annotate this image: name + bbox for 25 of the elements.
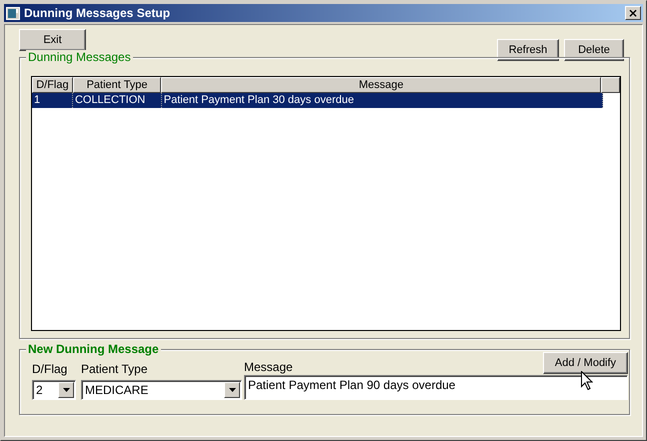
dropdown-arrow-icon bbox=[62, 388, 70, 392]
table-cell: 1 bbox=[32, 93, 73, 108]
table-cell: COLLECTION bbox=[72, 93, 162, 108]
close-button[interactable]: × bbox=[625, 6, 641, 20]
table-cell: Patient Payment Plan 30 days overdue bbox=[162, 93, 603, 108]
delete-button[interactable]: Delete bbox=[564, 39, 624, 61]
group-title: New Dunning Message bbox=[26, 342, 161, 356]
field-label: D/Flag bbox=[32, 362, 68, 376]
app-icon bbox=[6, 6, 20, 20]
window-title: Dunning Messages Setup bbox=[24, 6, 172, 20]
field-label: Patient Type bbox=[81, 362, 148, 376]
refresh-button[interactable]: Refresh bbox=[497, 39, 559, 61]
column-header[interactable]: Message bbox=[161, 77, 602, 93]
dropdown-arrow-icon bbox=[228, 388, 236, 392]
message-field[interactable]: Patient Payment Plan 90 days overdue bbox=[244, 375, 628, 400]
exit-button[interactable]: Exit bbox=[19, 29, 86, 51]
mouse-pointer-icon bbox=[581, 371, 593, 390]
column-header[interactable]: D/Flag bbox=[32, 77, 73, 93]
add-modify-button[interactable]: Add / Modify bbox=[543, 352, 628, 374]
column-header[interactable]: Patient Type bbox=[72, 77, 162, 93]
dflag-dropdown[interactable]: 2 bbox=[32, 380, 76, 400]
patient-type-dropdown[interactable]: MEDICARE bbox=[81, 380, 242, 400]
table-row[interactable]: 1 COLLECTION Patient Payment Plan 30 days overdue bbox=[32, 93, 603, 108]
group-title: Dunning Messages bbox=[26, 50, 133, 64]
field-label: Message bbox=[244, 360, 293, 374]
